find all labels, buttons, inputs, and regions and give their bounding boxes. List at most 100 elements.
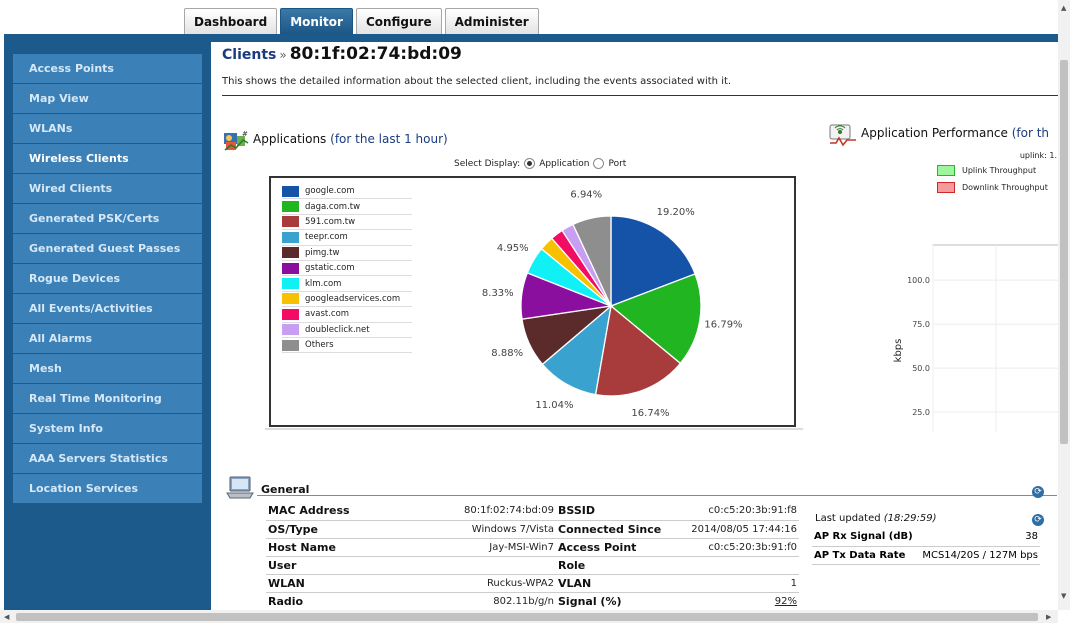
- breadcrumb-clients[interactable]: Clients: [222, 47, 276, 63]
- throughput-graph: 100.075.050.025.00.017:3017:4017:50kbps: [893, 244, 1058, 432]
- legend-swatch: [282, 231, 299, 243]
- scroll-left-arrow-icon[interactable]: ◀: [4, 613, 9, 621]
- sidebar-item-access-points[interactable]: Access Points: [13, 54, 202, 83]
- cell-label: Radio: [266, 592, 416, 610]
- vertical-scrollbar[interactable]: ▲ ▼: [1058, 0, 1070, 610]
- page-description: This shows the detailed information abou…: [222, 76, 732, 87]
- horizontal-scroll-thumb[interactable]: [16, 613, 1038, 621]
- radio-value: 802.11b/g/n: [416, 592, 556, 610]
- divider: [222, 95, 1058, 96]
- cell-label: Role: [556, 556, 674, 575]
- sidebar-item-real-time-monitoring[interactable]: Real Time Monitoring: [13, 384, 202, 413]
- sidebar-item-system-info[interactable]: System Info: [13, 414, 202, 443]
- tab-dashboard[interactable]: Dashboard: [184, 8, 278, 35]
- select-display-label: Select Display:: [454, 158, 521, 169]
- legend-swatch: [282, 247, 299, 259]
- breadcrumb-separator: »: [279, 48, 287, 62]
- legend-label: 591.com.tw: [305, 216, 356, 227]
- header-bar: [4, 34, 1058, 42]
- page-title: Clients» 80:1f:02:74:bd:09: [222, 44, 462, 64]
- pie-label: 16.74%: [631, 408, 669, 419]
- applications-icon: #: [223, 130, 249, 156]
- pie-label: 19.20%: [657, 207, 695, 218]
- ap-stats-table: AP Rx Signal (dB) 38 AP Tx Data Rate MCS…: [812, 528, 1040, 565]
- ap-rx-signal-value: 38: [918, 528, 1040, 547]
- legend-label: avast.com: [305, 309, 350, 320]
- host-name-value: Jay-MSI-Win7: [416, 538, 556, 557]
- tab-administer[interactable]: Administer: [444, 8, 539, 35]
- radio-application-label: Application: [539, 158, 590, 169]
- legend-item: avast.com: [282, 307, 412, 323]
- cell-label: VLAN: [556, 574, 674, 593]
- legend-label: pimg.tw: [305, 247, 340, 258]
- legend-item: google.com: [282, 184, 412, 200]
- legend-item: googleadservices.com: [282, 292, 412, 308]
- user-value: [416, 556, 556, 575]
- table-row: OS/Type Windows 7/Vista Connected Since …: [266, 520, 799, 539]
- scroll-up-arrow-icon[interactable]: ▲: [1061, 4, 1066, 12]
- table-row: Host Name Jay-MSI-Win7 Access Point c0:c…: [266, 538, 799, 557]
- general-divider: [257, 495, 1057, 496]
- legend-swatch: [282, 324, 299, 336]
- select-display: Select Display: Application Port: [454, 158, 626, 169]
- legend-item: pimg.tw: [282, 246, 412, 261]
- refresh-stats-icon[interactable]: ⟳: [1032, 514, 1044, 526]
- horizontal-scrollbar[interactable]: ◀ ▶: [0, 610, 1058, 623]
- cell-label: AP Rx Signal (dB): [812, 528, 918, 547]
- sidebar-item-generated-psk-certs[interactable]: Generated PSK/Certs: [13, 204, 202, 233]
- table-row: Radio 802.11b/g/n Signal (%) 92%: [266, 592, 799, 610]
- performance-chart: uplink: 1. Uplink Throughput Downlink Th…: [863, 147, 1058, 432]
- access-point-link[interactable]: c0:c5:20:3b:91:f0: [674, 538, 799, 557]
- sidebar-item-all-events[interactable]: All Events/Activities: [13, 294, 202, 323]
- app-window: Dashboard Monitor Configure Administer A…: [0, 0, 1070, 623]
- legend-swatch: [282, 216, 299, 228]
- tab-monitor[interactable]: Monitor: [280, 8, 353, 35]
- chart-shadow: [265, 428, 803, 430]
- main-tabs: Dashboard Monitor Configure Administer: [184, 8, 542, 35]
- radio-port[interactable]: [593, 158, 605, 169]
- radio-application[interactable]: [524, 158, 536, 169]
- sidebar-item-generated-guest-passes[interactable]: Generated Guest Passes: [13, 234, 202, 263]
- sidebar-item-rogue-devices[interactable]: Rogue Devices: [13, 264, 202, 293]
- mac-address-link[interactable]: 80:1f:02:74:bd:09: [416, 502, 556, 521]
- ap-tx-rate-value: MCS14/20S / 127M bps: [918, 546, 1040, 565]
- legend-swatch: [282, 293, 299, 305]
- legend-item: daga.com.tw: [282, 199, 412, 215]
- pie-label: 8.33%: [482, 288, 514, 299]
- radio-port-label: Port: [608, 158, 627, 169]
- sidebar-item-wireless-clients[interactable]: Wireless Clients: [13, 144, 202, 173]
- sidebar-item-location-services[interactable]: Location Services: [13, 474, 202, 503]
- table-row: AP Tx Data Rate MCS14/20S / 127M bps: [812, 546, 1040, 565]
- cell-label: MAC Address: [266, 502, 416, 521]
- sidebar-item-aaa-servers-statistics[interactable]: AAA Servers Statistics: [13, 444, 202, 473]
- sidebar-item-map-view[interactable]: Map View: [13, 84, 202, 113]
- signal-link[interactable]: 92%: [674, 592, 799, 610]
- cell-label: Access Point: [556, 538, 674, 557]
- vlan-value: 1: [674, 574, 799, 593]
- pie-chart: 19.20% 16.79% 16.74% 11.04% 8.88% 8.33% 4.95% 6…: [482, 190, 743, 419]
- refresh-general-icon[interactable]: ⟳: [1032, 486, 1044, 498]
- sidebar-item-all-alarms[interactable]: All Alarms: [13, 324, 202, 353]
- sidebar-item-mesh[interactable]: Mesh: [13, 354, 202, 383]
- tab-configure[interactable]: Configure: [355, 8, 442, 35]
- sidebar-item-wlans[interactable]: WLANs: [13, 114, 202, 143]
- legend-swatch: [282, 278, 299, 290]
- vertical-scroll-thumb[interactable]: [1060, 60, 1068, 444]
- scroll-down-arrow-icon[interactable]: ▼: [1061, 592, 1066, 600]
- role-value: [674, 556, 799, 575]
- pie-label: 6.94%: [570, 190, 602, 201]
- sidebar-item-wired-clients[interactable]: Wired Clients: [13, 174, 202, 203]
- bssid-value: c0:c5:20:3b:91:f8: [674, 502, 799, 521]
- legend-swatch: [282, 185, 299, 197]
- legend-label: klm.com: [305, 278, 342, 289]
- cell-label: Connected Since: [556, 520, 674, 539]
- cell-label: Host Name: [266, 538, 416, 557]
- sidebar: Access Points Map View WLANs Wireless Cl…: [4, 42, 211, 610]
- performance-title: Application Performance (for th: [861, 126, 1050, 140]
- cell-label: User: [266, 556, 416, 575]
- legend-label: gstatic.com: [305, 263, 355, 274]
- connected-since-value: 2014/08/05 17:44:16: [674, 520, 799, 539]
- pie-label: 4.95%: [497, 243, 529, 254]
- scroll-right-arrow-icon[interactable]: ▶: [1046, 613, 1051, 621]
- main-content: Clients» 80:1f:02:74:bd:09 This shows the…: [211, 42, 1058, 610]
